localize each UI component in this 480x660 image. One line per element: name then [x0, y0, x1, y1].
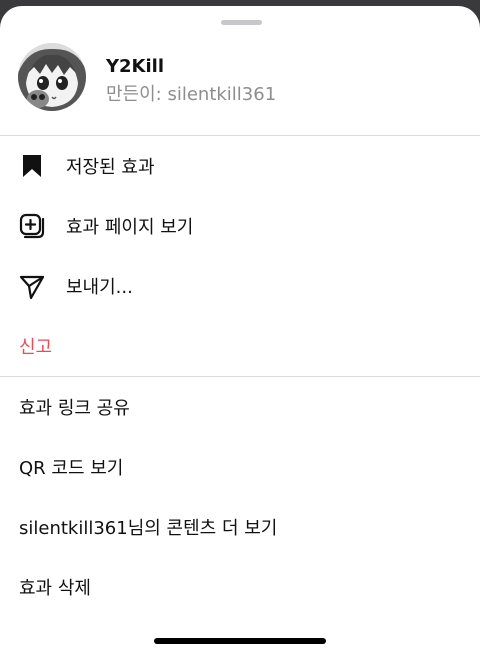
avatar-image	[18, 43, 86, 111]
saved-effects-label: 저장된 효과	[66, 157, 155, 178]
effect-header: Y2Kill 만든이: silentkill361	[0, 6, 480, 135]
qr-code-item[interactable]: QR 코드 보기	[0, 437, 480, 497]
home-indicator	[154, 638, 326, 644]
send-icon	[19, 275, 45, 300]
creator-avatar[interactable]	[18, 43, 86, 111]
report-item[interactable]: 신고	[0, 316, 480, 376]
saved-effects-item[interactable]: 저장된 효과	[0, 136, 480, 196]
creator-line[interactable]: 만든이: silentkill361	[106, 80, 276, 106]
more-content-label: silentkill361님의 콘텐츠 더 보기	[19, 518, 278, 539]
report-label: 신고	[19, 337, 53, 358]
view-effect-page-label: 효과 페이지 보기	[66, 217, 194, 238]
view-effect-page-item[interactable]: 효과 페이지 보기	[0, 196, 480, 256]
delete-effect-item[interactable]: 효과 삭제	[0, 557, 480, 617]
share-link-item[interactable]: 효과 링크 공유	[0, 377, 480, 437]
action-sheet: Y2Kill 만든이: silentkill361 저장된 효과 효과 페이지 …	[0, 6, 480, 660]
bookmark-icon	[23, 155, 41, 177]
effect-title: Y2Kill	[106, 56, 165, 77]
qr-code-label: QR 코드 보기	[19, 458, 124, 479]
effect-page-icon	[19, 213, 45, 239]
delete-effect-label: 효과 삭제	[19, 578, 91, 599]
send-label: 보내기...	[66, 277, 133, 298]
send-item[interactable]: 보내기...	[0, 256, 480, 316]
more-content-item[interactable]: silentkill361님의 콘텐츠 더 보기	[0, 497, 480, 557]
share-link-label: 효과 링크 공유	[19, 398, 130, 419]
